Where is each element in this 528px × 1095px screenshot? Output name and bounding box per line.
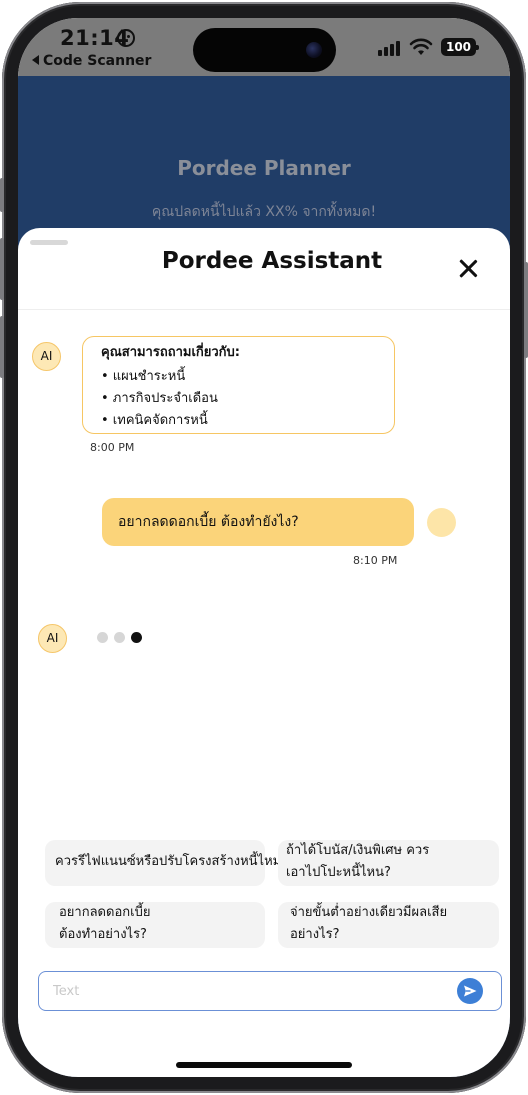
ai-message-item: • เทคนิคจัดการหนี้ <box>101 413 208 428</box>
header-divider <box>18 309 510 310</box>
volume-down-button <box>0 316 4 378</box>
back-to-app-link[interactable]: Code Scanner <box>32 53 151 69</box>
ai-typing-avatar: AI <box>38 624 67 653</box>
typing-dot <box>114 632 125 643</box>
typing-indicator <box>97 628 148 643</box>
focus-mode-icon <box>117 29 135 47</box>
power-button <box>524 262 528 358</box>
suggestion-chip[interactable]: ถ้าได้โบนัส/เงินพิเศษ ควรเอาไปโปะหนี้ไหน… <box>278 840 499 886</box>
battery-icon: 100 <box>441 38 479 56</box>
wifi-icon <box>409 38 433 55</box>
front-camera-icon <box>306 42 322 58</box>
cellular-signal-icon <box>378 40 402 56</box>
ai-message-item: • แผนชำระหนี้ <box>101 369 186 384</box>
sheet-title: Pordee Assistant <box>161 248 383 274</box>
back-to-app-label: Code Scanner <box>43 53 152 69</box>
send-button[interactable] <box>457 978 483 1004</box>
user-avatar <box>427 508 456 537</box>
screen: Pordee Planner คุณปลดหนี้ไปแล้ว XX% จากท… <box>18 18 510 1077</box>
background-page-subtitle: คุณปลดหนี้ไปแล้ว XX% จากทั้งหมด! <box>151 204 377 220</box>
typing-dot <box>97 632 108 643</box>
ai-message-item: • ภารกิจประจำเดือน <box>101 391 218 406</box>
home-indicator[interactable] <box>176 1062 352 1068</box>
back-arrow-icon <box>32 55 39 65</box>
assistant-sheet: Pordee Assistant AI คุณสามารถถามเกี่ยวกั… <box>18 228 510 1077</box>
user-message-time: 8:10 PM <box>353 554 398 567</box>
typing-dot <box>131 632 142 643</box>
suggestion-chip[interactable]: จ่ายขั้นต่ำอย่างเดียวมีผลเสียอย่างไร? <box>278 902 499 948</box>
message-input[interactable] <box>53 980 433 1002</box>
ai-message-time: 8:00 PM <box>90 441 135 454</box>
ai-avatar: AI <box>32 342 61 371</box>
silent-switch <box>0 178 4 212</box>
suggestion-chip-label: อยากลดดอกเบี้ย ต้องทำอย่างไร? <box>59 905 151 942</box>
suggestion-chip-label: ถ้าได้โบนัส/เงินพิเศษ ควรเอาไปโปะหนี้ไหน… <box>286 843 430 880</box>
suggestion-chip[interactable]: ควรรีไฟแนนซ์หรือปรับโครงสร้างหนี้ไหม? <box>45 840 288 886</box>
status-bar: 21:14 Code Scanner 100 <box>18 18 510 76</box>
close-icon[interactable] <box>458 258 478 278</box>
suggestion-chip[interactable]: อยากลดดอกเบี้ย ต้องทำอย่างไร? <box>45 902 265 948</box>
message-input-bar <box>38 971 502 1011</box>
ai-message-bubble: คุณสามารถถามเกี่ยวกับ: • แผนชำระหนี้ • ภ… <box>82 336 395 434</box>
dynamic-island <box>193 28 336 72</box>
background-page-title: Pordee Planner <box>177 156 351 180</box>
suggestion-chip-label: จ่ายขั้นต่ำอย่างเดียวมีผลเสียอย่างไร? <box>290 905 448 942</box>
volume-up-button <box>0 238 4 300</box>
sheet-drag-handle[interactable] <box>30 240 68 245</box>
ai-message-heading: คุณสามารถถามเกี่ยวกับ: <box>101 345 241 360</box>
user-message-bubble: อยากลดดอกเบี้ย ต้องทำยังไง? <box>102 498 414 546</box>
send-icon <box>464 985 477 997</box>
